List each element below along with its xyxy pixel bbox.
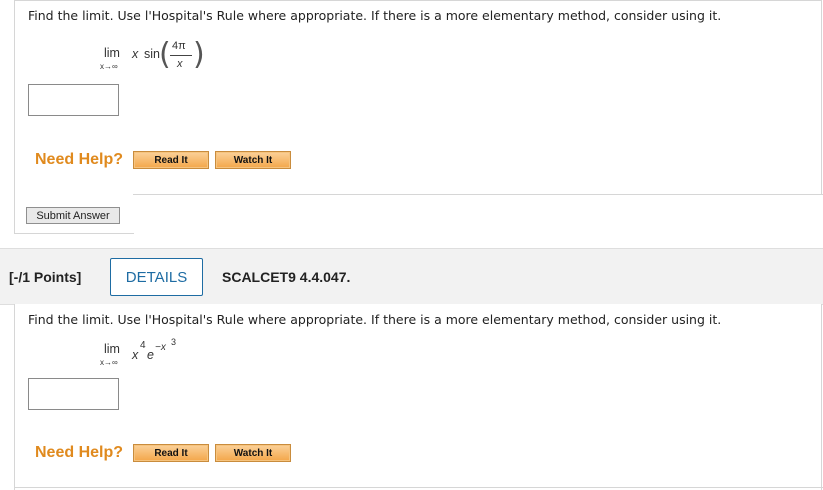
right-paren: ) (193, 37, 205, 72)
limit-operator: lim (104, 46, 120, 60)
euler-e: e (147, 348, 154, 362)
need-help-label-1: Need Help? (35, 151, 124, 168)
exponent-neg-x: −x (155, 342, 166, 353)
answer-input-2[interactable] (28, 378, 119, 410)
limit-subscript: x→∞ (100, 62, 118, 71)
limit-operator-2: lim (104, 342, 120, 356)
base-x: x (132, 348, 139, 362)
answer-input-1[interactable] (28, 84, 119, 116)
fraction-bar (170, 55, 192, 56)
problem-2-prompt: Find the limit. Use l'Hospital's Rule wh… (28, 312, 722, 327)
bottom-divider (14, 487, 823, 488)
divider (133, 194, 823, 195)
fraction-denominator: x (177, 58, 183, 70)
problem-2-panel (14, 304, 822, 490)
need-help-label-2: Need Help? (35, 444, 124, 461)
exponent-4: 4 (140, 340, 146, 351)
fraction-numerator: 4π (172, 40, 186, 52)
read-it-button-2[interactable]: Read It (133, 444, 209, 462)
problem-1-prompt: Find the limit. Use l'Hospital's Rule wh… (28, 8, 722, 23)
details-button[interactable]: DETAILS (110, 258, 203, 296)
submit-answer-button[interactable]: Submit Answer (26, 207, 120, 224)
watch-it-button-1[interactable]: Watch It (215, 151, 291, 169)
exponent-3: 3 (171, 337, 177, 347)
watch-it-button-2[interactable]: Watch It (215, 444, 291, 462)
limit-subscript-2: x→∞ (100, 358, 118, 367)
sin-function: sin (144, 47, 160, 61)
points-label: [-/1 Points] (9, 269, 82, 285)
read-it-button-1[interactable]: Read It (133, 151, 209, 169)
problem-code: SCALCET9 4.4.047. (222, 269, 351, 285)
variable-x: x (132, 47, 139, 61)
left-paren: ( (159, 37, 171, 72)
